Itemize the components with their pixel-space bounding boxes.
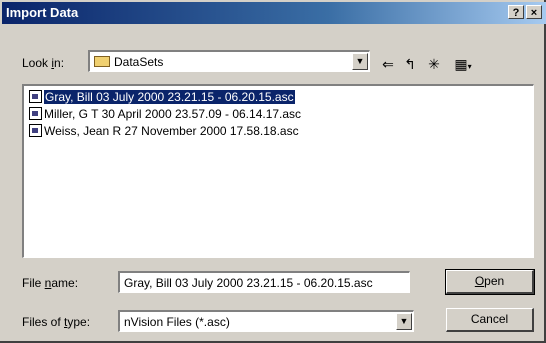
file-item[interactable]: Weiss, Jean R 27 November 2000 17.58.18.… (29, 123, 299, 140)
help-button[interactable]: ? (508, 5, 524, 19)
look-in-value: DataSets (114, 55, 164, 69)
file-list[interactable]: Gray, Bill 03 July 2000 23.21.15 - 06.20… (22, 84, 534, 258)
file-item-name: Weiss, Jean R 27 November 2000 17.58.18.… (44, 124, 299, 138)
file-name-label: File name: (22, 276, 79, 290)
asc-file-icon (29, 124, 42, 137)
dialog-title: Import Data (6, 5, 79, 20)
folder-icon (94, 56, 110, 67)
file-item[interactable]: Miller, G T 30 April 2000 23.57.09 - 06.… (29, 106, 301, 123)
open-button[interactable]: Open (445, 269, 535, 295)
back-icon[interactable]: ⇐ (378, 55, 398, 73)
asc-file-icon (29, 90, 42, 103)
look-in-dropdown-button[interactable]: ▼ (352, 53, 368, 70)
file-type-value: nVision Files (*.asc) (124, 315, 230, 329)
file-type-label: Files of type: (22, 315, 91, 329)
asc-file-icon (29, 107, 42, 120)
file-item[interactable]: Gray, Bill 03 July 2000 23.21.15 - 06.20… (29, 89, 296, 106)
file-item-name: Miller, G T 30 April 2000 23.57.09 - 06.… (44, 107, 302, 121)
file-type-combo[interactable]: nVision Files (*.asc) ▼ (118, 310, 414, 332)
import-data-dialog: Import Data ? × Look in: DataSets ▼ ⇐ ↰ … (0, 0, 546, 343)
cancel-button[interactable]: Cancel (446, 308, 534, 332)
up-folder-icon[interactable]: ↰ (400, 55, 420, 73)
new-folder-icon[interactable]: ✳ (424, 55, 444, 73)
file-type-dropdown-button[interactable]: ▼ (396, 313, 412, 330)
file-name-input[interactable]: Gray, Bill 03 July 2000 23.21.15 - 06.20… (118, 271, 410, 293)
file-item-name: Gray, Bill 03 July 2000 23.21.15 - 06.20… (43, 89, 296, 105)
view-menu-icon[interactable]: ▦▾ (450, 55, 476, 73)
look-in-combo[interactable]: DataSets ▼ (88, 50, 370, 72)
look-in-label: Look in: (22, 56, 65, 70)
title-bar[interactable]: Import Data ? × (2, 2, 546, 24)
close-button[interactable]: × (526, 5, 542, 19)
